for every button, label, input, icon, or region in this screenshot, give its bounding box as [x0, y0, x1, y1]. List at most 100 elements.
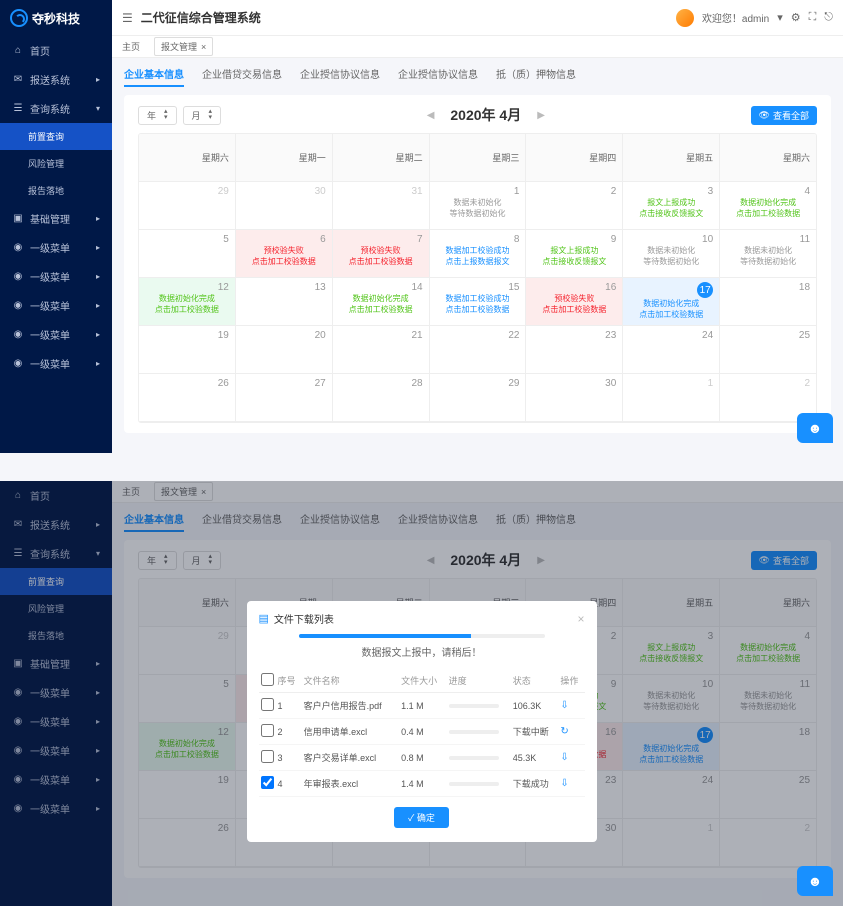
calendar-cell[interactable]: 8数据加工校验成功点击上报数据报文	[430, 230, 527, 278]
calendar-cell[interactable]: 7预校验失败点击加工校验数据	[333, 230, 430, 278]
chat-button[interactable]: ☻	[797, 413, 833, 443]
retry-icon[interactable]: ↻	[560, 726, 568, 737]
logout-icon[interactable]: ⎋	[824, 11, 833, 24]
row-checkbox[interactable]	[261, 750, 274, 763]
prev-month-icon[interactable]: ◀	[427, 110, 435, 121]
calendar-cell[interactable]: 1	[623, 374, 720, 422]
calendar-cell[interactable]: 5	[139, 230, 236, 278]
upload-progress	[299, 634, 545, 638]
row-checkbox[interactable]	[261, 776, 274, 789]
download-icon[interactable]: ⇩	[560, 700, 568, 711]
calendar-cell[interactable]: 23	[526, 326, 623, 374]
nav-item[interactable]: 报告落地	[0, 177, 112, 204]
calendar-cell[interactable]: 15数据加工校验成功点击加工校验数据	[430, 278, 527, 326]
subtab[interactable]: 企业授信协议信息	[300, 66, 380, 87]
subtab[interactable]: 企业授信协议信息	[398, 66, 478, 87]
modal-overlay[interactable]: ▤ 文件下载列表 × 数据报文上报中，请稍后！ 序号文件名称文件大小进度状态操作…	[0, 481, 843, 906]
tab-report-mgmt[interactable]: 报文管理 ×	[154, 37, 213, 56]
nav-item[interactable]: ▣基础管理▸	[0, 204, 112, 233]
chat-face-icon: ☻	[808, 873, 823, 889]
avatar[interactable]	[676, 9, 694, 27]
view-all-button[interactable]: 👁 查看全部	[751, 106, 817, 125]
calendar-cell[interactable]: 18	[720, 278, 816, 326]
calendar-cell[interactable]: 29	[430, 374, 527, 422]
ok-button[interactable]: ✓ 确定	[394, 807, 449, 828]
download-icon[interactable]: ⇩	[560, 752, 568, 763]
select-all-checkbox[interactable]	[261, 673, 274, 686]
breadcrumb-home[interactable]: 主页	[122, 40, 140, 53]
calendar-cell[interactable]: 1数据未初始化等待数据初始化	[430, 182, 527, 230]
calendar-cell[interactable]: 27	[236, 374, 333, 422]
hamburger-icon[interactable]: ☰	[122, 11, 133, 25]
tab-label: 报文管理	[161, 40, 197, 53]
calendar-cell[interactable]: 10数据未初始化等待数据初始化	[623, 230, 720, 278]
calendar-cell[interactable]: 30	[236, 182, 333, 230]
calendar-cell[interactable]: 30	[526, 374, 623, 422]
day-number: 4	[804, 186, 810, 197]
settings-icon[interactable]: ⚙	[791, 11, 801, 24]
subtab[interactable]: 抵（质）押物信息	[496, 66, 576, 87]
nav-item[interactable]: 风险管理	[0, 150, 112, 177]
nav-icon: ◉	[12, 329, 24, 341]
calendar-cell[interactable]: 22	[430, 326, 527, 374]
cell-idx: 3	[276, 745, 302, 771]
row-checkbox[interactable]	[261, 698, 274, 711]
cell-status-1: 数据未初始化	[436, 197, 520, 208]
nav-item[interactable]: ☰查询系统▾	[0, 94, 112, 123]
nav-item[interactable]: 前置查询	[0, 123, 112, 150]
download-icon[interactable]: ⇩	[560, 778, 568, 789]
content: 企业基本信息企业借贷交易信息企业授信协议信息企业授信协议信息抵（质）押物信息 年…	[112, 58, 843, 453]
calendar-cell[interactable]: 4数据初始化完成点击加工校验数据	[720, 182, 816, 230]
calendar-cell[interactable]: 17数据初始化完成点击加工校验数据	[623, 278, 720, 326]
download-table: 序号文件名称文件大小进度状态操作 1客户户信用报告.pdf1.1 M106.3K…	[259, 669, 585, 797]
calendar-cell[interactable]: 20	[236, 326, 333, 374]
calendar-cell[interactable]: 3报文上报成功点击接收反馈报文	[623, 182, 720, 230]
calendar-cell[interactable]: 6预校验失败点击加工校验数据	[236, 230, 333, 278]
cell-status-1: 数据未初始化	[726, 245, 810, 256]
dropdown-icon[interactable]: ▾	[777, 11, 783, 24]
calendar-cell[interactable]: 25	[720, 326, 816, 374]
nav-item[interactable]: ◉一级菜单▸	[0, 349, 112, 378]
nav-item[interactable]: ✉报送系统▸	[0, 65, 112, 94]
cell-status-2: 等待数据初始化	[726, 256, 810, 267]
cell-progress	[447, 693, 511, 719]
calendar-cell[interactable]: 31	[333, 182, 430, 230]
calendar-cell[interactable]: 21	[333, 326, 430, 374]
modal-close-icon[interactable]: ×	[577, 612, 584, 626]
cell-status-1: 预校验失败	[339, 245, 423, 256]
nav-icon: ✉	[12, 74, 24, 86]
next-month-icon[interactable]: ▶	[537, 110, 545, 121]
calendar-cell[interactable]: 9报文上报成功点击接收反馈报文	[526, 230, 623, 278]
cell-idx: 2	[276, 719, 302, 745]
nav-item[interactable]: ◉一级菜单▸	[0, 262, 112, 291]
calendar-cell[interactable]: 14数据初始化完成点击加工校验数据	[333, 278, 430, 326]
calendar-cell[interactable]: 2	[526, 182, 623, 230]
calendar-cell[interactable]: 26	[139, 374, 236, 422]
close-icon[interactable]: ×	[201, 42, 206, 52]
month-select[interactable]: 月 ▴▾	[183, 106, 222, 125]
nav-item[interactable]: ⌂首页	[0, 36, 112, 65]
nav-item[interactable]: ◉一级菜单▸	[0, 291, 112, 320]
day-number: 9	[611, 234, 617, 245]
row-checkbox[interactable]	[261, 724, 274, 737]
cell-status-1: 报文上报成功	[532, 245, 616, 256]
fullscreen-icon[interactable]: ⛶	[809, 11, 817, 24]
cell-size: 1.1 M	[399, 693, 447, 719]
calendar-cell[interactable]: 13	[236, 278, 333, 326]
subtab[interactable]: 企业基本信息	[124, 66, 184, 87]
nav-item[interactable]: ◉一级菜单▸	[0, 233, 112, 262]
calendar-cell[interactable]: 24	[623, 326, 720, 374]
day-number: 22	[508, 330, 519, 341]
calendar-cell[interactable]: 11数据未初始化等待数据初始化	[720, 230, 816, 278]
subtab[interactable]: 企业借贷交易信息	[202, 66, 282, 87]
calendar-cell[interactable]: 28	[333, 374, 430, 422]
cell-status-1: 数据初始化完成	[339, 293, 423, 304]
cell-size: 0.8 M	[399, 745, 447, 771]
nav-item[interactable]: ◉一级菜单▸	[0, 320, 112, 349]
calendar-cell[interactable]: 29	[139, 182, 236, 230]
calendar-cell[interactable]: 16预校验失败点击加工校验数据	[526, 278, 623, 326]
calendar-cell[interactable]: 19	[139, 326, 236, 374]
chat-button[interactable]: ☻	[797, 866, 833, 896]
calendar-cell[interactable]: 12数据初始化完成点击加工校验数据	[139, 278, 236, 326]
year-select[interactable]: 年 ▴▾	[138, 106, 177, 125]
